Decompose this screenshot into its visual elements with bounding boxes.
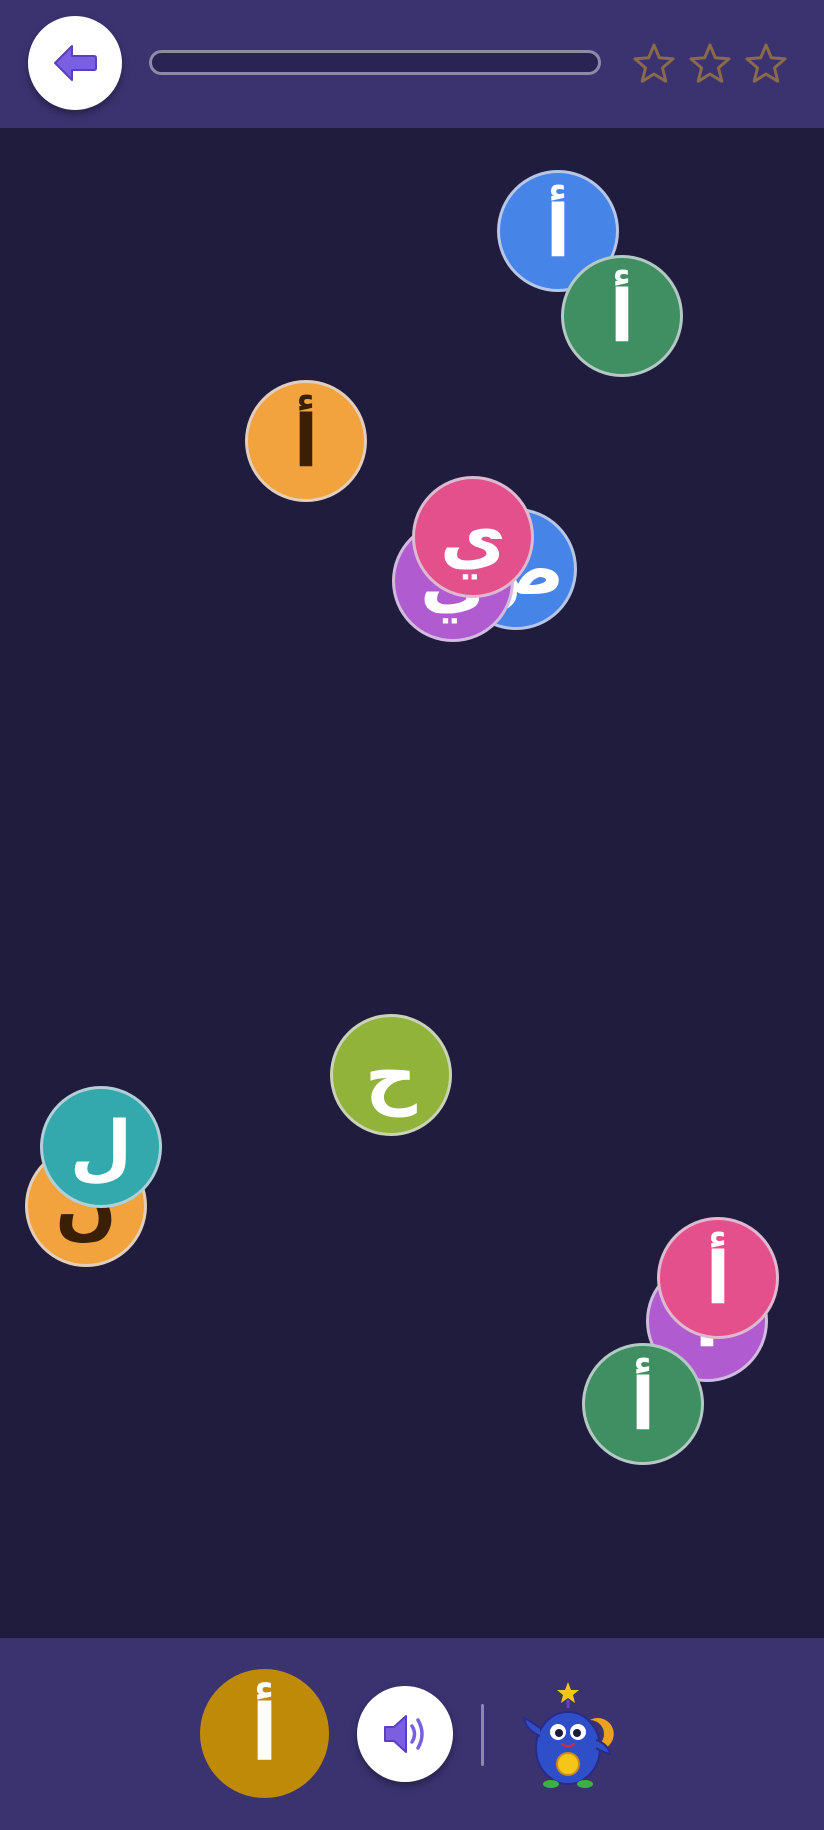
target-letter: أ [251, 1688, 278, 1779]
star-icon [689, 43, 731, 83]
letter-bubble[interactable]: أ [561, 255, 683, 377]
alien-mascot-icon[interactable] [518, 1680, 618, 1790]
bottom-bar: أ [0, 1638, 824, 1830]
letter-bubble[interactable]: أ [657, 1217, 779, 1339]
bubble-letter: ح [365, 1033, 417, 1117]
bubble-letter: ي [440, 495, 506, 579]
star-rating [630, 40, 800, 90]
star-icon [633, 43, 675, 83]
bubble-letter: أ [545, 189, 571, 273]
letter-bubble[interactable]: ل [40, 1086, 162, 1208]
letter-bubble[interactable]: ي [412, 476, 534, 598]
star-icon [745, 43, 787, 83]
speaker-icon [384, 1715, 424, 1753]
level-progress-bar [149, 50, 601, 75]
arrow-left-icon [54, 45, 97, 81]
top-bar [0, 0, 824, 128]
sound-button[interactable] [357, 1686, 453, 1782]
letter-bubble[interactable]: ح [330, 1014, 452, 1136]
bubble-letter: أ [705, 1236, 731, 1320]
bubble-playfield: أ أ أ ص ي ي ح ن ل أ أ أ [0, 128, 824, 1638]
bubble-letter: ل [69, 1105, 133, 1189]
bubble-letter: أ [293, 399, 319, 483]
back-button[interactable] [28, 16, 122, 110]
letter-bubble[interactable]: أ [245, 380, 367, 502]
bubble-letter: أ [630, 1362, 656, 1446]
divider [481, 1704, 484, 1766]
target-letter-button[interactable]: أ [200, 1669, 329, 1798]
bubble-letter: أ [609, 274, 635, 358]
letter-bubble[interactable]: أ [582, 1343, 704, 1465]
